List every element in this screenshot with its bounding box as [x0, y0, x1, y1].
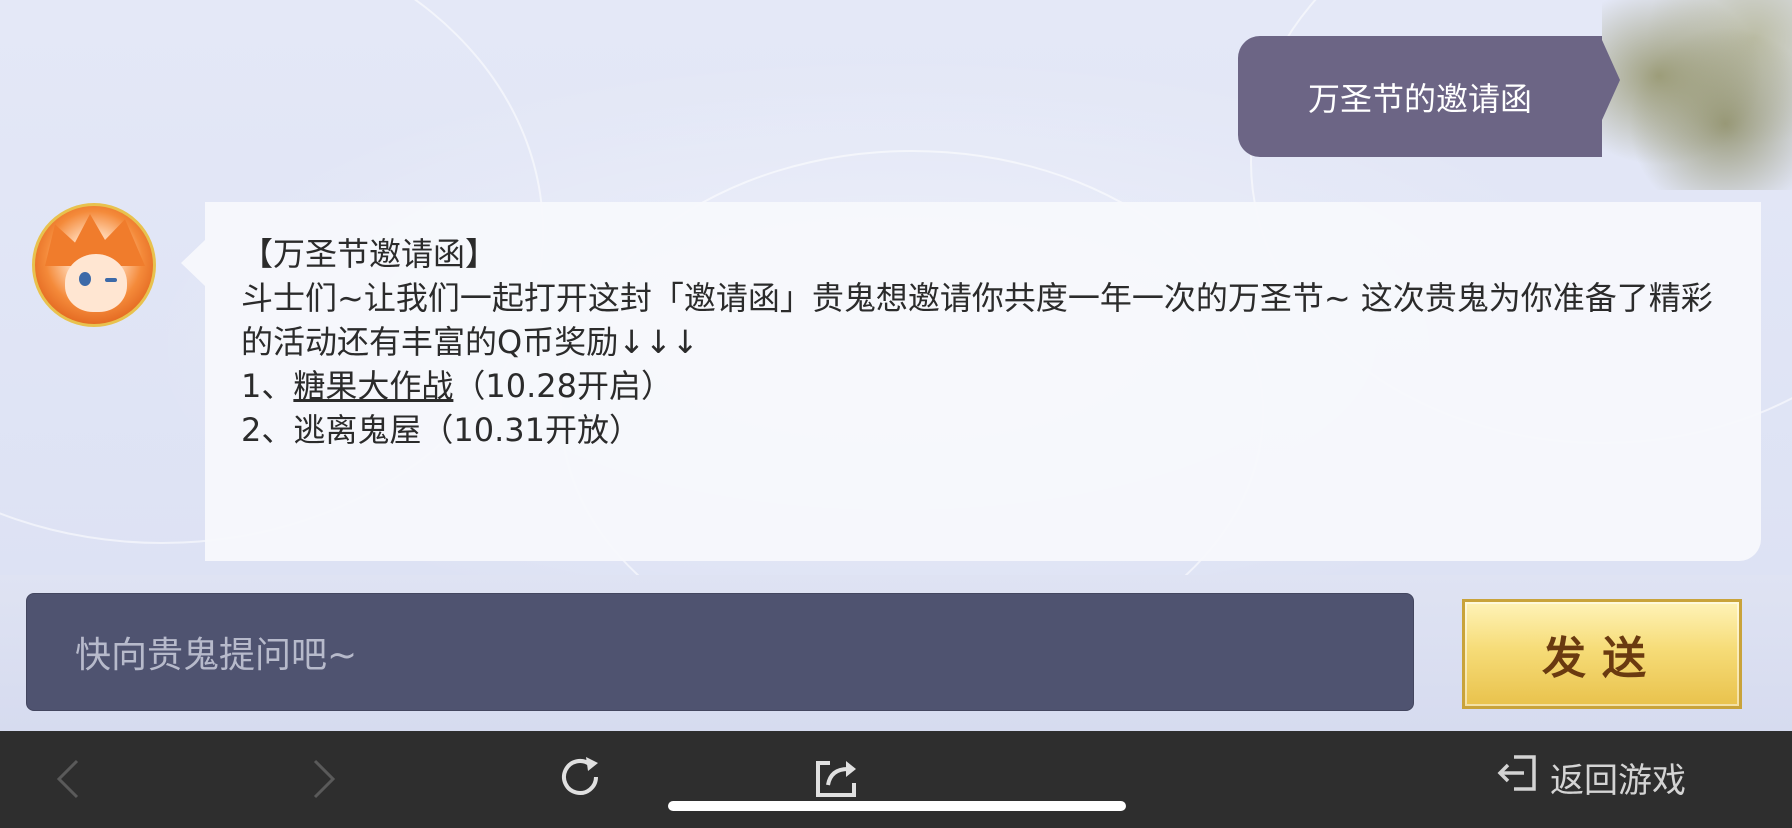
share-icon[interactable] [808, 749, 864, 805]
browser-bottom-nav: 返回游戏 [0, 731, 1792, 828]
home-indicator[interactable] [668, 801, 1126, 811]
send-button[interactable]: 发送 [1462, 599, 1742, 709]
avatar-eye [105, 278, 117, 282]
return-game-label: 返回游戏 [1550, 760, 1686, 801]
chevron-left-icon[interactable] [44, 751, 92, 807]
user-message-text: 万圣节的邀请函 [1307, 79, 1532, 118]
send-button-label: 发送 [1542, 633, 1662, 684]
bot-avatar[interactable] [32, 203, 156, 327]
exit-icon [1496, 751, 1540, 804]
event-link-candy-battle[interactable]: 糖果大作战 [293, 367, 453, 405]
event-item-prefix: 2、 [241, 411, 294, 449]
avatar-face [65, 254, 127, 312]
event-item-suffix: 逃离鬼屋（10.31开放） [293, 411, 641, 449]
user-avatar[interactable] [1602, 0, 1792, 190]
refresh-icon[interactable] [552, 749, 608, 805]
chat-area[interactable]: 万圣节的邀请函 【万圣节邀请函】 斗士们~让我们一起打开这封「邀请函」贵鬼想邀请… [0, 0, 1792, 575]
event-list-item: 1、糖果大作战（10.28开启） [241, 364, 1725, 408]
event-item-prefix: 1、 [241, 367, 294, 405]
question-input[interactable]: 快向贵鬼提问吧~ [26, 593, 1414, 711]
event-list-item: 2、逃离鬼屋（10.31开放） [241, 408, 1725, 452]
return-game-button[interactable]: 返回游戏 [1496, 749, 1686, 805]
input-bar: 快向贵鬼提问吧~ 发送 [0, 575, 1792, 731]
event-item-suffix: （10.28开启） [453, 367, 674, 405]
avatar-eye [79, 272, 91, 286]
user-message-bubble: 万圣节的邀请函 [1238, 36, 1602, 157]
chevron-right-icon[interactable] [300, 751, 348, 807]
bot-message-bubble: 【万圣节邀请函】 斗士们~让我们一起打开这封「邀请函」贵鬼想邀请你共度一年一次的… [205, 202, 1761, 561]
bot-message-body: 斗士们~让我们一起打开这封「邀请函」贵鬼想邀请你共度一年一次的万圣节~ 这次贵鬼… [241, 279, 1713, 361]
bot-message-title: 【万圣节邀请函】 [241, 235, 498, 273]
input-placeholder: 快向贵鬼提问吧~ [75, 635, 358, 676]
